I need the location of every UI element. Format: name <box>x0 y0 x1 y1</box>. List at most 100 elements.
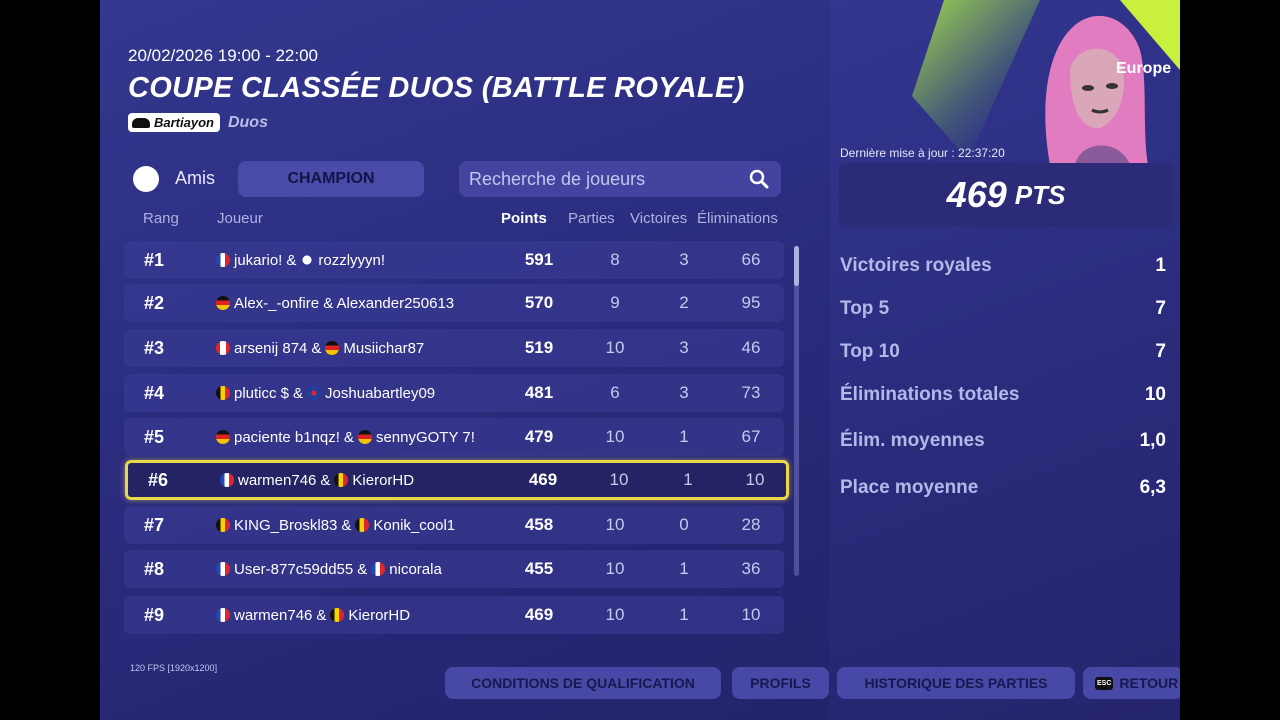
col-player-header: Joueur <box>217 210 263 227</box>
player-name: warmen746 <box>238 471 317 489</box>
ampersand: & <box>341 516 352 534</box>
elims-cell: 73 <box>741 383 761 402</box>
games-cell: 10 <box>605 427 625 446</box>
rank-cell: #1 <box>144 249 165 270</box>
table-row[interactable]: #7 KING_Broskl83 & Konik_cool1 458 10 0 28 <box>124 506 784 544</box>
stat-row: Élim. moyennes 1,0 <box>840 430 1166 452</box>
my-points-value: 469 <box>946 174 1007 215</box>
elims-cell: 46 <box>741 338 761 357</box>
player-name: KierorHD <box>352 471 415 489</box>
table-row[interactable]: #3 arsenij 874 & Musiichar87 519 10 3 46 <box>124 329 784 367</box>
stat-label: Place moyenne <box>840 477 979 498</box>
players-cell[interactable]: jukario! & rozzlyyyn! <box>216 252 385 269</box>
players-cell[interactable]: arsenij 874 & Musiichar87 <box>216 340 424 357</box>
points-cell: 481 <box>524 383 554 402</box>
elims-cell: 10 <box>741 605 761 624</box>
match-history-button[interactable]: HISTORIQUE DES PARTIES <box>837 667 1075 699</box>
player-search-input[interactable]: Recherche de joueurs <box>459 161 781 197</box>
col-points-header[interactable]: Points <box>501 210 547 227</box>
friends-toggle[interactable] <box>133 166 159 192</box>
player-name: Musiichar87 <box>343 339 425 357</box>
players-cell[interactable]: pluticc $ & Joshuabartley09 <box>216 385 435 402</box>
stat-label: Top 5 <box>840 298 890 319</box>
wins-cell: 3 <box>679 338 689 357</box>
character-portrait <box>1045 15 1148 165</box>
player-name: KING_Broskl83 <box>234 516 338 534</box>
games-cell: 10 <box>605 515 625 534</box>
division-button[interactable]: CHAMPION <box>238 161 424 197</box>
fps-counter: 120 FPS [1920x1200] <box>130 663 218 673</box>
wins-cell: 1 <box>679 427 689 446</box>
event-badge: Bartiayon Duos <box>128 113 268 132</box>
table-row[interactable]: #1 jukario! & rozzlyyyn! 591 8 3 66 <box>124 241 784 279</box>
leaderboard-scrollbar[interactable] <box>794 246 799 576</box>
games-cell: 8 <box>610 250 620 269</box>
rank-cell: #5 <box>144 426 165 447</box>
stat-label: Top 10 <box>840 341 900 362</box>
table-row[interactable]: #5 paciente b1nqz! & sennyGOTY 7! 479 10 1 67 <box>124 418 784 456</box>
ampersand: & <box>343 428 354 446</box>
qualification-conditions-button[interactable]: CONDITIONS DE QUALIFICATION <box>445 667 721 699</box>
germany-flag-icon <box>325 341 340 355</box>
col-wins-header[interactable]: Victoires <box>630 210 687 227</box>
france-flag-icon <box>371 562 386 576</box>
back-button[interactable]: ESC RETOUR <box>1083 667 1180 699</box>
rank-cell: #7 <box>144 514 165 535</box>
points-cell: 455 <box>524 559 554 578</box>
players-cell[interactable]: KING_Broskl83 & Konik_cool1 <box>216 517 455 534</box>
elims-cell: 67 <box>741 427 761 446</box>
region-label: Europe <box>1116 60 1172 77</box>
players-cell[interactable]: warmen746 & KierorHD <box>220 472 414 489</box>
belgium-flag-icon <box>334 473 349 487</box>
tournament-screen: Europe 20/02/2026 19:00 - 22:00 COUPE CL… <box>100 0 1180 720</box>
table-row-highlighted[interactable]: #6 warmen746 & KierorHD 469 10 1 10 <box>125 460 789 500</box>
points-cell: 519 <box>524 338 554 357</box>
table-row[interactable]: #9 warmen746 & KierorHD 469 10 1 10 <box>124 596 784 634</box>
table-row[interactable]: #2 Alex-_-onfire & Alexander250613 570 9 2 95 <box>124 284 784 322</box>
germany-flag-icon <box>216 430 230 444</box>
skull-icon <box>300 253 315 267</box>
player-name: User-877c59dd55 <box>234 560 354 578</box>
belgium-flag-icon <box>216 386 230 400</box>
player-name: nicorala <box>389 560 442 578</box>
table-row[interactable]: #8 User-877c59dd55 & nicorala 455 10 1 36 <box>124 550 784 588</box>
ampersand: & <box>311 339 322 357</box>
points-cell: 570 <box>524 293 554 312</box>
wins-cell: 3 <box>679 250 689 269</box>
elims-cell: 10 <box>745 470 765 489</box>
profiles-button[interactable]: PROFILS <box>732 667 829 699</box>
search-icon[interactable] <box>749 169 769 189</box>
points-cell: 469 <box>524 605 554 624</box>
rank-cell: #2 <box>144 292 165 313</box>
stat-value: 1,0 <box>1139 430 1166 451</box>
scroll-thumb[interactable] <box>794 246 799 286</box>
rank-cell: #6 <box>148 469 169 490</box>
col-elims-header[interactable]: Éliminations <box>697 210 778 227</box>
stat-row: Victoires royales 1 <box>840 255 1166 277</box>
games-cell: 6 <box>610 383 620 402</box>
ampersand: & <box>286 251 297 269</box>
event-date: 20/02/2026 19:00 - 22:00 <box>128 46 318 65</box>
belgium-flag-icon <box>216 518 230 532</box>
france-flag-icon <box>216 608 230 622</box>
player-name: sennyGOTY 7! <box>375 428 475 446</box>
points-cell: 458 <box>524 515 554 534</box>
games-cell: 10 <box>605 338 625 357</box>
stat-value: 10 <box>1144 384 1166 405</box>
stat-row: Place moyenne 6,3 <box>840 477 1166 499</box>
elims-cell: 36 <box>741 559 761 578</box>
games-cell: 10 <box>609 470 629 489</box>
players-cell[interactable]: warmen746 & KierorHD <box>216 607 410 624</box>
players-cell[interactable]: paciente b1nqz! & sennyGOTY 7! <box>216 429 475 446</box>
helmet-icon <box>132 117 150 128</box>
canada-flag-icon <box>216 341 230 355</box>
my-points-box: 469 PTS <box>839 163 1173 227</box>
col-games-header[interactable]: Parties <box>568 210 615 227</box>
elims-cell: 95 <box>741 293 761 312</box>
wins-cell: 2 <box>679 293 689 312</box>
stat-value: 1 <box>1155 255 1166 276</box>
france-flag-icon <box>216 253 230 267</box>
players-cell[interactable]: Alex-_-onfire & Alexander250613 <box>216 295 454 312</box>
players-cell[interactable]: User-877c59dd55 & nicorala <box>216 561 442 578</box>
table-row[interactable]: #4 pluticc $ & Joshuabartley09 481 6 3 73 <box>124 374 784 412</box>
